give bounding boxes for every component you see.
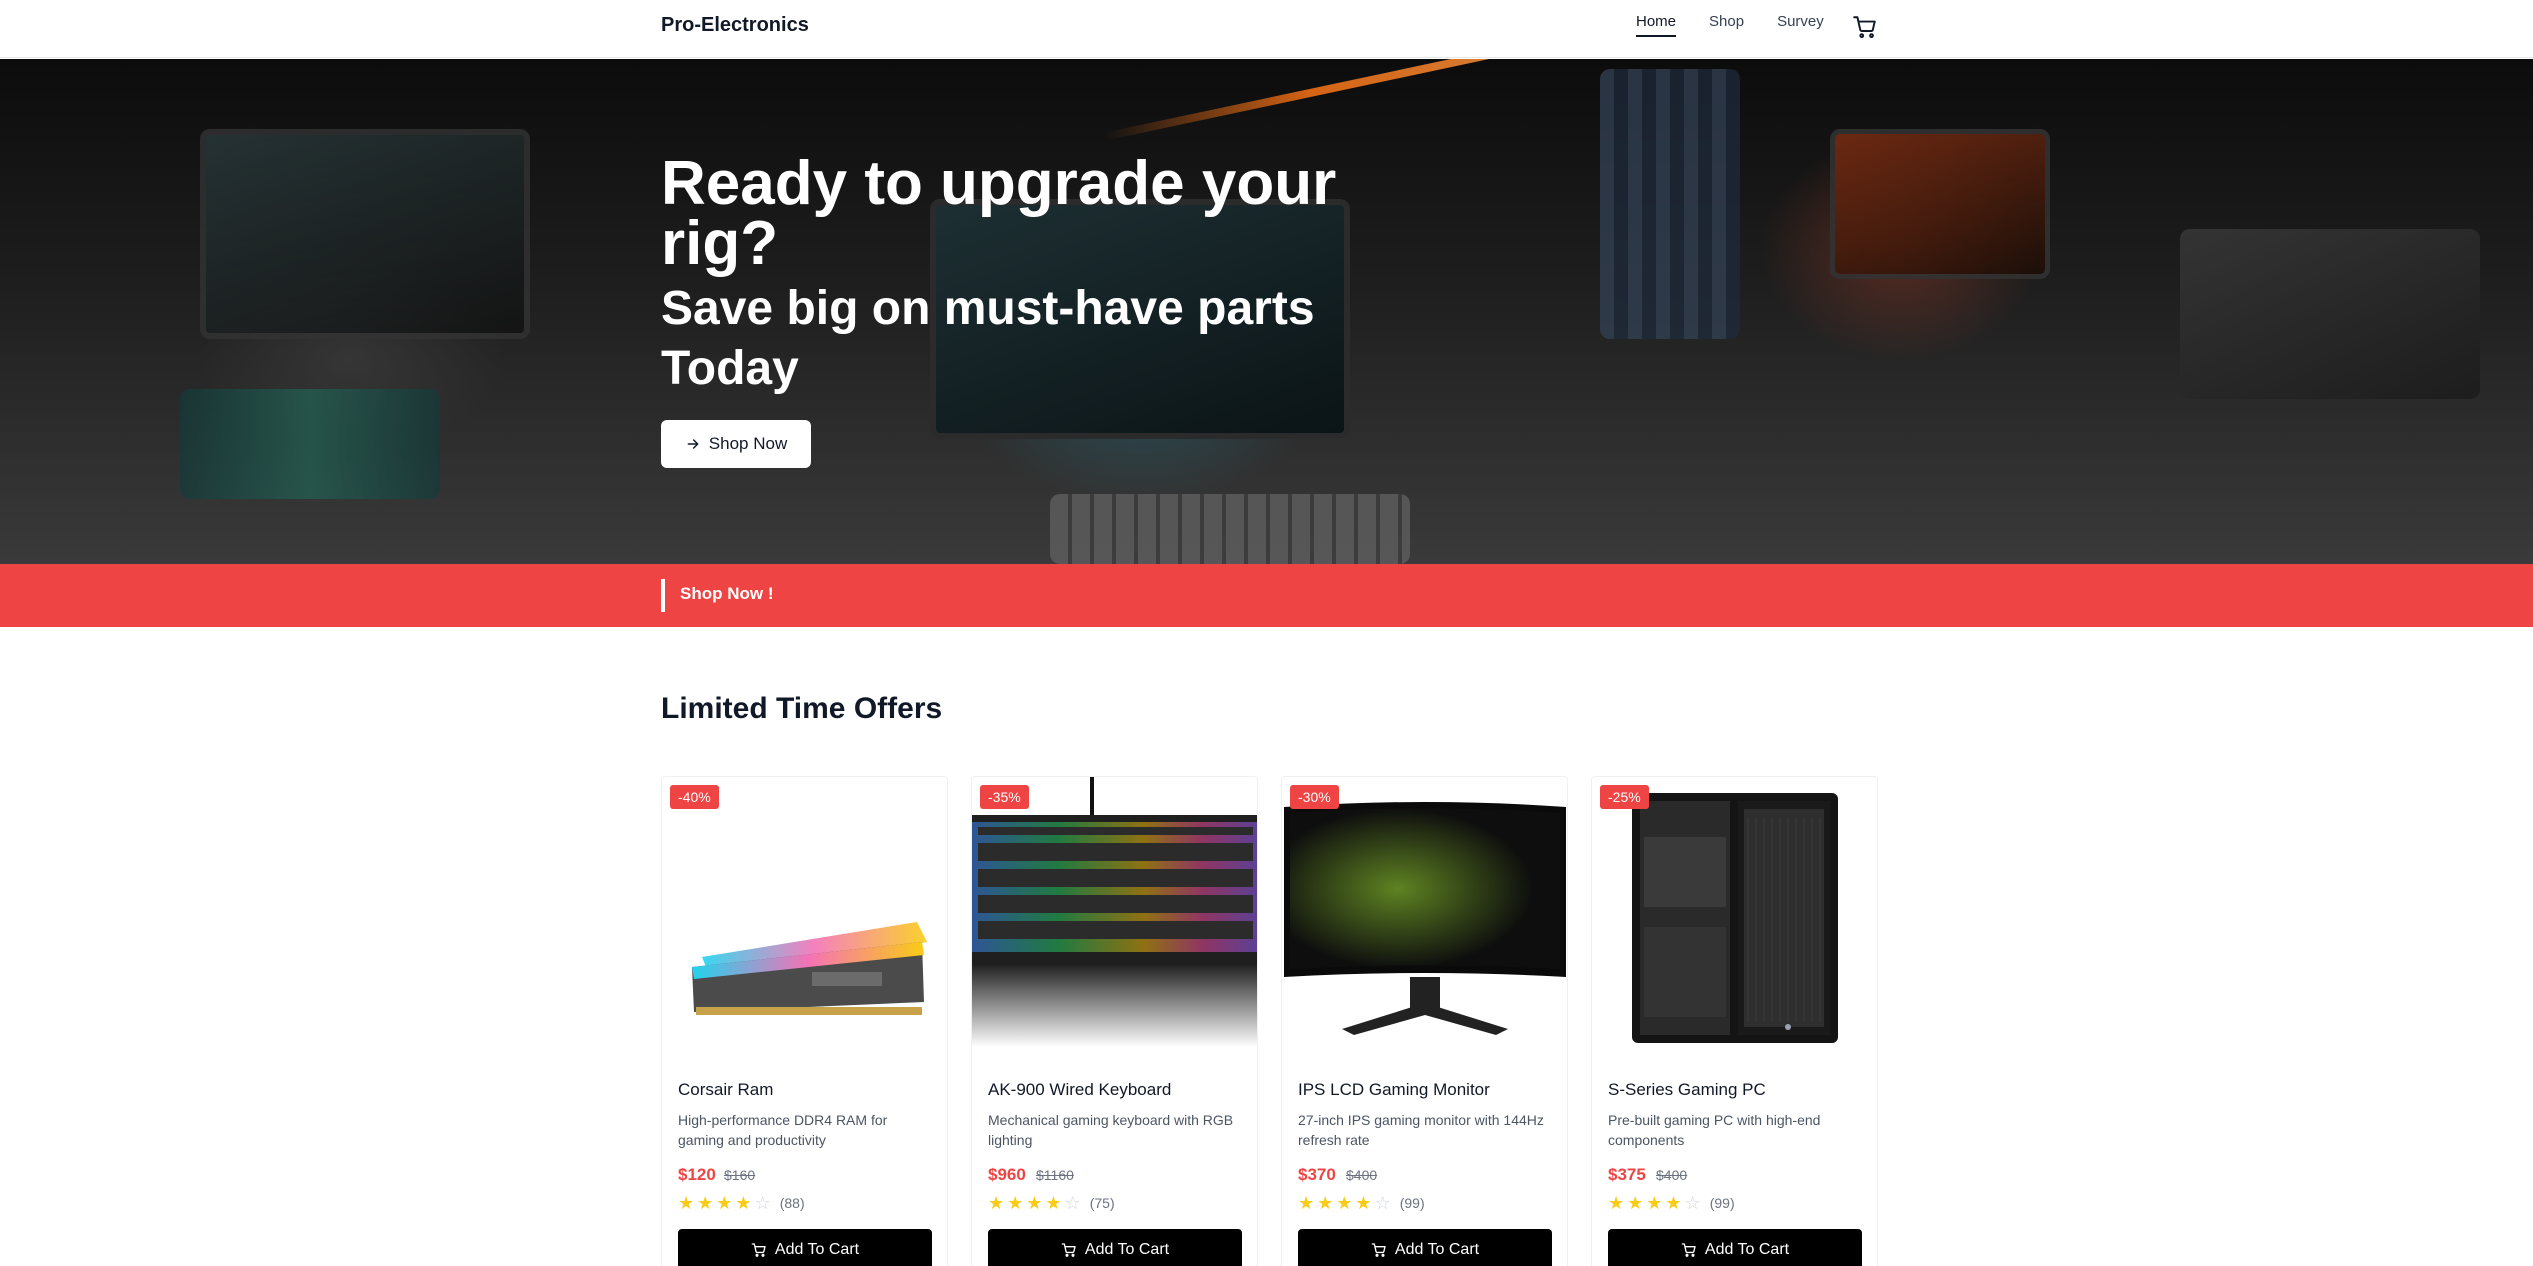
nav-link-home[interactable]: Home <box>1636 13 1677 37</box>
add-to-cart-label: Add To Cart <box>1704 1241 1790 1258</box>
nav-links: Home Shop Survey <box>1636 13 1857 37</box>
star-icon: ★ <box>1045 1193 1062 1213</box>
product-rating: ★ ★ ★ ★ ☆ (88) <box>678 1194 805 1212</box>
hero-bg-devices <box>180 389 440 499</box>
add-to-cart-button[interactable]: Add To Cart <box>1298 1229 1552 1266</box>
hero-bg-streak <box>1103 59 1517 141</box>
star-icon: ★ <box>1007 1193 1024 1213</box>
banner-accent-bar <box>661 579 665 612</box>
star-icon: ★ <box>1336 1193 1353 1213</box>
star-empty-icon: ☆ <box>1684 1193 1701 1213</box>
star-icon: ★ <box>1627 1193 1644 1213</box>
star-icon: ★ <box>735 1193 752 1213</box>
review-count: (75) <box>1089 1195 1115 1211</box>
product-description: Mechanical gaming keyboard with RGB ligh… <box>988 1112 1234 1148</box>
shop-now-label: Shop Now <box>708 434 788 453</box>
add-to-cart-button[interactable]: Add To Cart <box>678 1229 932 1266</box>
add-to-cart-label: Add To Cart <box>1084 1241 1170 1258</box>
discount-badge: -35% <box>980 785 1029 809</box>
star-icon: ★ <box>1298 1193 1315 1213</box>
cart-icon <box>1371 1243 1386 1257</box>
hero-bg-tablet <box>1600 69 1740 339</box>
add-to-cart-button[interactable]: Add To Cart <box>988 1229 1242 1266</box>
star-icon: ★ <box>1665 1193 1682 1213</box>
product-rating: ★ ★ ★ ★ ☆ (99) <box>1608 1194 1735 1212</box>
hero-bg-monitor-right <box>1830 129 2050 279</box>
nav-link-survey[interactable]: Survey <box>1777 13 1824 37</box>
star-icon: ★ <box>1317 1193 1334 1213</box>
star-icon: ★ <box>1026 1193 1043 1213</box>
top-nav: Pro-Electronics Home Shop Survey <box>0 0 2533 58</box>
product-old-price: $400 <box>1656 1167 1688 1183</box>
cart-icon[interactable] <box>1852 14 1878 40</box>
arrow-right-icon <box>687 439 699 449</box>
star-icon: ★ <box>716 1193 733 1213</box>
product-card-ram[interactable]: -40% Corsair Ram High-performance DDR4 R… <box>661 776 948 1266</box>
hero-bg-monitor-left <box>200 129 530 339</box>
star-empty-icon: ☆ <box>754 1193 771 1213</box>
hero-bg-laptop-right <box>2180 229 2480 399</box>
discount-badge: -30% <box>1290 785 1339 809</box>
star-empty-icon: ☆ <box>1064 1193 1081 1213</box>
star-icon: ★ <box>1646 1193 1663 1213</box>
add-to-cart-label: Add To Cart <box>1394 1241 1480 1258</box>
banner-text[interactable]: Shop Now ! <box>680 584 773 604</box>
product-image-pc: -25% <box>1592 777 1877 1047</box>
product-old-price: $160 <box>724 1167 756 1183</box>
product-name[interactable]: AK-900 Wired Keyboard <box>988 1080 1171 1100</box>
add-to-cart-button[interactable]: Add To Cart <box>1608 1229 1862 1266</box>
product-price: $120 <box>678 1165 716 1184</box>
product-old-price: $1160 <box>1036 1167 1074 1183</box>
product-image-keyboard: -35% <box>972 777 1257 1047</box>
product-rating: ★ ★ ★ ★ ☆ (75) <box>988 1194 1115 1212</box>
cart-icon <box>1061 1243 1076 1257</box>
product-old-price: $400 <box>1346 1167 1378 1183</box>
discount-badge: -40% <box>670 785 719 809</box>
discount-badge: -25% <box>1600 785 1649 809</box>
product-price: $370 <box>1298 1165 1336 1184</box>
product-description: 27-inch IPS gaming monitor with 144Hz re… <box>1298 1112 1544 1148</box>
product-price: $960 <box>988 1165 1026 1184</box>
product-description: High-performance DDR4 RAM for gaming and… <box>678 1112 888 1148</box>
star-icon: ★ <box>1608 1193 1625 1213</box>
product-image-ram: -40% <box>662 777 947 1047</box>
nav-link-shop[interactable]: Shop <box>1709 13 1744 37</box>
brand-logo[interactable]: Pro-Electronics <box>661 14 809 37</box>
product-name[interactable]: S-Series Gaming PC <box>1608 1080 1766 1100</box>
product-card-monitor[interactable]: -30% IPS LCD Gaming Monitor 27-inch IPS … <box>1281 776 1568 1266</box>
review-count: (99) <box>1399 1195 1425 1211</box>
product-name[interactable]: Corsair Ram <box>678 1080 773 1100</box>
promo-banner: Shop Now ! <box>0 564 2533 627</box>
product-description: Pre-built gaming PC with high-end compon… <box>1608 1112 1821 1148</box>
star-icon: ★ <box>1355 1193 1372 1213</box>
hero-subtitle: Save big on must-have parts Today <box>661 282 1315 395</box>
review-count: (99) <box>1709 1195 1735 1211</box>
hero-bg-keyboard <box>1050 494 1410 564</box>
add-to-cart-label: Add To Cart <box>774 1241 860 1258</box>
hero-title: Ready to upgrade your rig? <box>661 149 1337 278</box>
product-name[interactable]: IPS LCD Gaming Monitor <box>1298 1080 1490 1100</box>
star-empty-icon: ☆ <box>1374 1193 1391 1213</box>
review-count: (88) <box>779 1195 805 1211</box>
product-card-pc[interactable]: -25% S-Series Gaming PC Pre-built gaming… <box>1591 776 1878 1266</box>
section-title-offers: Limited Time Offers <box>661 692 943 725</box>
cart-icon <box>751 1243 766 1257</box>
star-icon: ★ <box>697 1193 714 1213</box>
star-icon: ★ <box>678 1193 695 1213</box>
product-card-keyboard[interactable]: -35% AK-900 Wired Keyboard Mechanical ga… <box>971 776 1258 1266</box>
product-price: $375 <box>1608 1165 1646 1184</box>
cart-icon <box>1681 1243 1696 1257</box>
product-rating: ★ ★ ★ ★ ☆ (99) <box>1298 1194 1425 1212</box>
star-icon: ★ <box>988 1193 1005 1213</box>
product-image-monitor: -30% <box>1282 777 1567 1047</box>
hero-banner: Ready to upgrade your rig? Save big on m… <box>0 59 2533 564</box>
shop-now-button[interactable]: Shop Now <box>661 420 811 468</box>
